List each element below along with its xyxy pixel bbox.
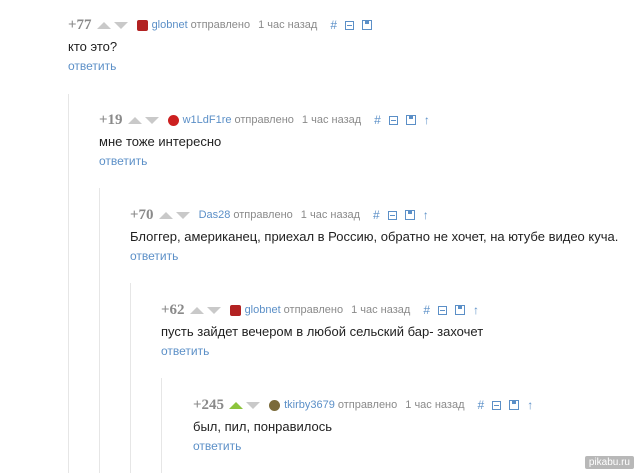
parent-arrow-icon[interactable]: ↑ (424, 113, 430, 127)
avatar[interactable] (229, 304, 241, 316)
timestamp: 1 час назад (301, 114, 362, 126)
parent-arrow-icon[interactable]: ↑ (527, 398, 533, 412)
vote-controls (158, 211, 190, 219)
comment-text: Блоггер, американец, приехал в Россию, о… (130, 229, 619, 244)
collapse-icon[interactable] (438, 305, 448, 315)
vote-down-icon[interactable] (144, 116, 159, 124)
vote-up-icon[interactable] (96, 21, 111, 29)
thread-line (99, 188, 100, 473)
collapse-icon[interactable] (492, 400, 502, 410)
comment-tools: # ↑ (423, 303, 479, 317)
parent-arrow-icon[interactable]: ↑ (423, 208, 429, 222)
comment: +62 globnet отправлено 1 час назад # ↑ п… (161, 302, 484, 359)
save-icon[interactable] (404, 210, 415, 220)
vote-up-icon[interactable] (127, 116, 142, 124)
comment-tools: # ↑ (478, 398, 534, 412)
hash-link-icon[interactable]: # (478, 398, 485, 412)
comment-header: +245 tkirby3679 отправлено 1 час назад #… (193, 397, 533, 413)
comment-tools: # ↑ (374, 113, 430, 127)
save-icon[interactable] (455, 305, 466, 315)
thread-line (161, 378, 162, 473)
rating: +77 (68, 16, 92, 33)
reply-link[interactable]: ответить (130, 249, 618, 263)
reply-link[interactable]: ответить (193, 439, 533, 453)
comment-text: пусть зайдет вечером в любой сельский ба… (161, 324, 484, 339)
vote-controls (127, 116, 159, 124)
sent-label: отправлено (190, 19, 251, 31)
timestamp: 1 час назад (300, 209, 361, 221)
timestamp: 1 час назад (405, 399, 465, 411)
sent-label: отправлено (233, 209, 293, 221)
sent-label: отправлено (234, 114, 294, 126)
reply-link[interactable]: ответить (68, 59, 372, 73)
author-link[interactable]: tkirby3679 (284, 399, 335, 411)
vote-controls (96, 21, 128, 29)
vote-up-icon[interactable] (158, 211, 173, 219)
timestamp: 1 час назад (351, 304, 411, 316)
rating: +19 (99, 111, 123, 128)
avatar[interactable] (269, 399, 281, 411)
author-link[interactable]: globnet (245, 304, 281, 316)
collapse-icon[interactable] (387, 210, 397, 220)
sent-label: отправлено (283, 304, 344, 316)
vote-down-icon[interactable] (246, 401, 261, 409)
rating: +70 (130, 206, 154, 223)
vote-controls (189, 306, 221, 314)
vote-up-icon[interactable] (189, 306, 204, 314)
comment: +19 w1LdF1re отправлено 1 час назад # ↑ … (99, 112, 430, 169)
reply-link[interactable]: ответить (99, 154, 430, 168)
author-link[interactable]: globnet (152, 19, 188, 31)
collapse-icon[interactable] (345, 20, 355, 30)
author-link[interactable]: w1LdF1re (183, 114, 232, 126)
comment-header: +62 globnet отправлено 1 час назад # ↑ (161, 302, 483, 318)
comment-tools: # ↑ (373, 208, 429, 222)
comment-text: был, пил, понравилось (193, 419, 333, 434)
watermark-logo: pikabu.ru (584, 456, 634, 469)
timestamp: 1 час назад (258, 19, 318, 31)
hash-link-icon[interactable]: # (373, 208, 380, 222)
thread-line (130, 283, 131, 473)
author-link[interactable]: Das28 (199, 209, 231, 221)
sent-label: отправлено (337, 399, 398, 411)
thread-line (68, 94, 69, 473)
comment-header: +70 Das28 отправлено 1 час назад # ↑ (130, 207, 618, 223)
vote-down-icon[interactable] (175, 211, 190, 219)
save-icon[interactable] (509, 400, 520, 410)
reply-link[interactable]: ответить (161, 344, 483, 358)
save-icon[interactable] (362, 20, 373, 30)
avatar[interactable] (167, 114, 179, 126)
rating: +62 (161, 301, 185, 318)
save-icon[interactable] (405, 115, 416, 125)
vote-controls (229, 401, 261, 409)
comment: +245 tkirby3679 отправлено 1 час назад #… (193, 397, 533, 454)
comment: +70 Das28 отправлено 1 час назад # ↑ Бло… (130, 207, 619, 264)
parent-arrow-icon[interactable]: ↑ (473, 303, 479, 317)
comment-header: +19 w1LdF1re отправлено 1 час назад # ↑ (99, 112, 430, 128)
comment-tools: # (330, 18, 373, 32)
comment-text: кто это? (68, 39, 118, 54)
vote-down-icon[interactable] (113, 21, 128, 29)
rating: +245 (193, 396, 225, 413)
comment-header: +77 globnet отправлено 1 час назад # (68, 16, 373, 33)
comment: +77 globnet отправлено 1 час назад # кто… (68, 16, 373, 73)
hash-link-icon[interactable]: # (330, 18, 337, 32)
hash-link-icon[interactable]: # (423, 303, 430, 317)
collapse-icon[interactable] (388, 115, 398, 125)
vote-down-icon[interactable] (206, 306, 221, 314)
avatar[interactable] (136, 19, 148, 31)
comment-text: мне тоже интересно (99, 134, 222, 149)
hash-link-icon[interactable]: # (374, 113, 381, 127)
vote-up-icon[interactable] (229, 401, 244, 409)
